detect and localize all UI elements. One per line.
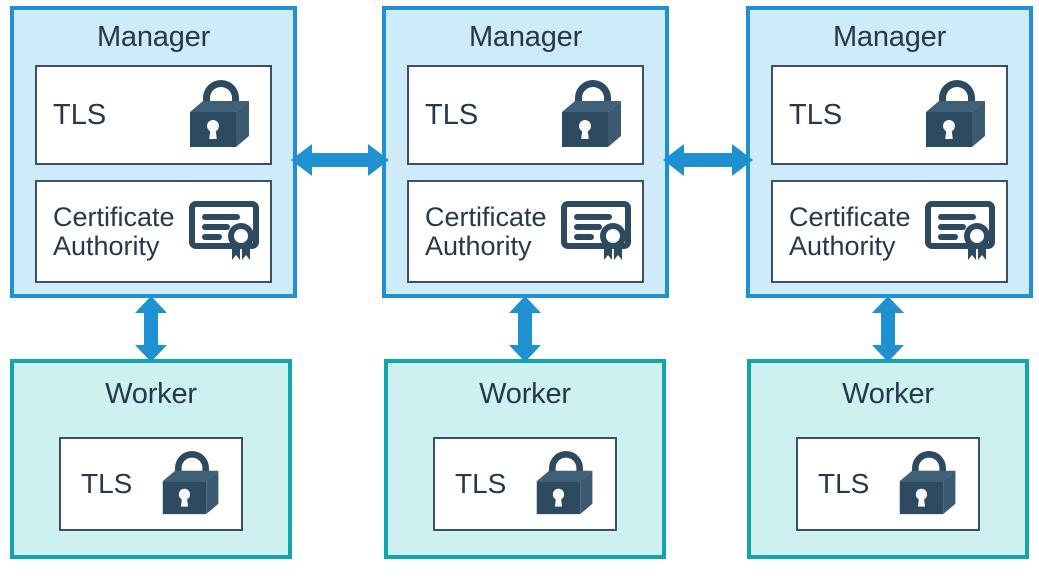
certificate-icon [925, 200, 995, 260]
worker-2-tls-panel[interactable]: TLS [433, 437, 617, 531]
certificate-icon [561, 200, 631, 260]
worker-node-3-title: Worker [842, 378, 934, 410]
manager-3-ca-panel[interactable]: Certificate Authority [771, 180, 1008, 283]
worker-3-tls-label: TLS [818, 468, 870, 500]
worker-1-tls-label: TLS [81, 468, 133, 500]
connector-manager-1-manager-2 [291, 140, 389, 180]
worker-node-1[interactable]: Worker TLS [10, 359, 292, 559]
lock-icon [926, 80, 985, 147]
connector-manager-1-worker-1 [131, 296, 171, 362]
worker-2-tls-label: TLS [455, 468, 507, 500]
manager-node-1-title: Manager [96, 21, 211, 53]
lock-icon [162, 451, 219, 515]
manager-2-ca-label: Certificate Authority [425, 202, 547, 261]
manager-2-tls-label: TLS [425, 98, 479, 131]
manager-2-ca-panel[interactable]: Certificate Authority [407, 180, 644, 283]
connector-manager-2-manager-3 [663, 140, 753, 180]
worker-node-3[interactable]: Worker TLS [747, 359, 1029, 559]
manager-node-3-title: Manager [832, 21, 947, 53]
connector-manager-3-worker-3 [868, 296, 908, 362]
manager-node-3[interactable]: Manager TLS Certificate Authority [746, 6, 1033, 298]
manager-node-1[interactable]: Manager TLS Certificate Authority [10, 6, 297, 298]
manager-2-tls-panel[interactable]: TLS [407, 65, 644, 165]
worker-node-2-title: Worker [479, 378, 571, 410]
lock-icon [562, 80, 621, 147]
manager-3-tls-label: TLS [789, 98, 843, 131]
manager-1-ca-panel[interactable]: Certificate Authority [35, 180, 272, 283]
manager-3-ca-label: Certificate Authority [789, 202, 911, 261]
manager-1-ca-label: Certificate Authority [53, 202, 175, 261]
manager-node-2[interactable]: Manager TLS Certificate Authority [382, 6, 669, 298]
certificate-icon [189, 200, 259, 260]
worker-node-2[interactable]: Worker TLS [384, 359, 666, 559]
manager-node-2-title: Manager [468, 21, 583, 53]
lock-icon [190, 80, 249, 147]
lock-icon [536, 451, 593, 515]
manager-3-tls-panel[interactable]: TLS [771, 65, 1008, 165]
connector-manager-2-worker-2 [505, 296, 545, 362]
manager-1-tls-label: TLS [53, 98, 107, 131]
worker-3-tls-panel[interactable]: TLS [796, 437, 980, 531]
worker-node-1-title: Worker [105, 378, 197, 410]
diagram-canvas: Manager TLS Certificate Authority Manage… [0, 0, 1039, 584]
manager-1-tls-panel[interactable]: TLS [35, 65, 272, 165]
worker-1-tls-panel[interactable]: TLS [59, 437, 243, 531]
lock-icon [899, 451, 956, 515]
